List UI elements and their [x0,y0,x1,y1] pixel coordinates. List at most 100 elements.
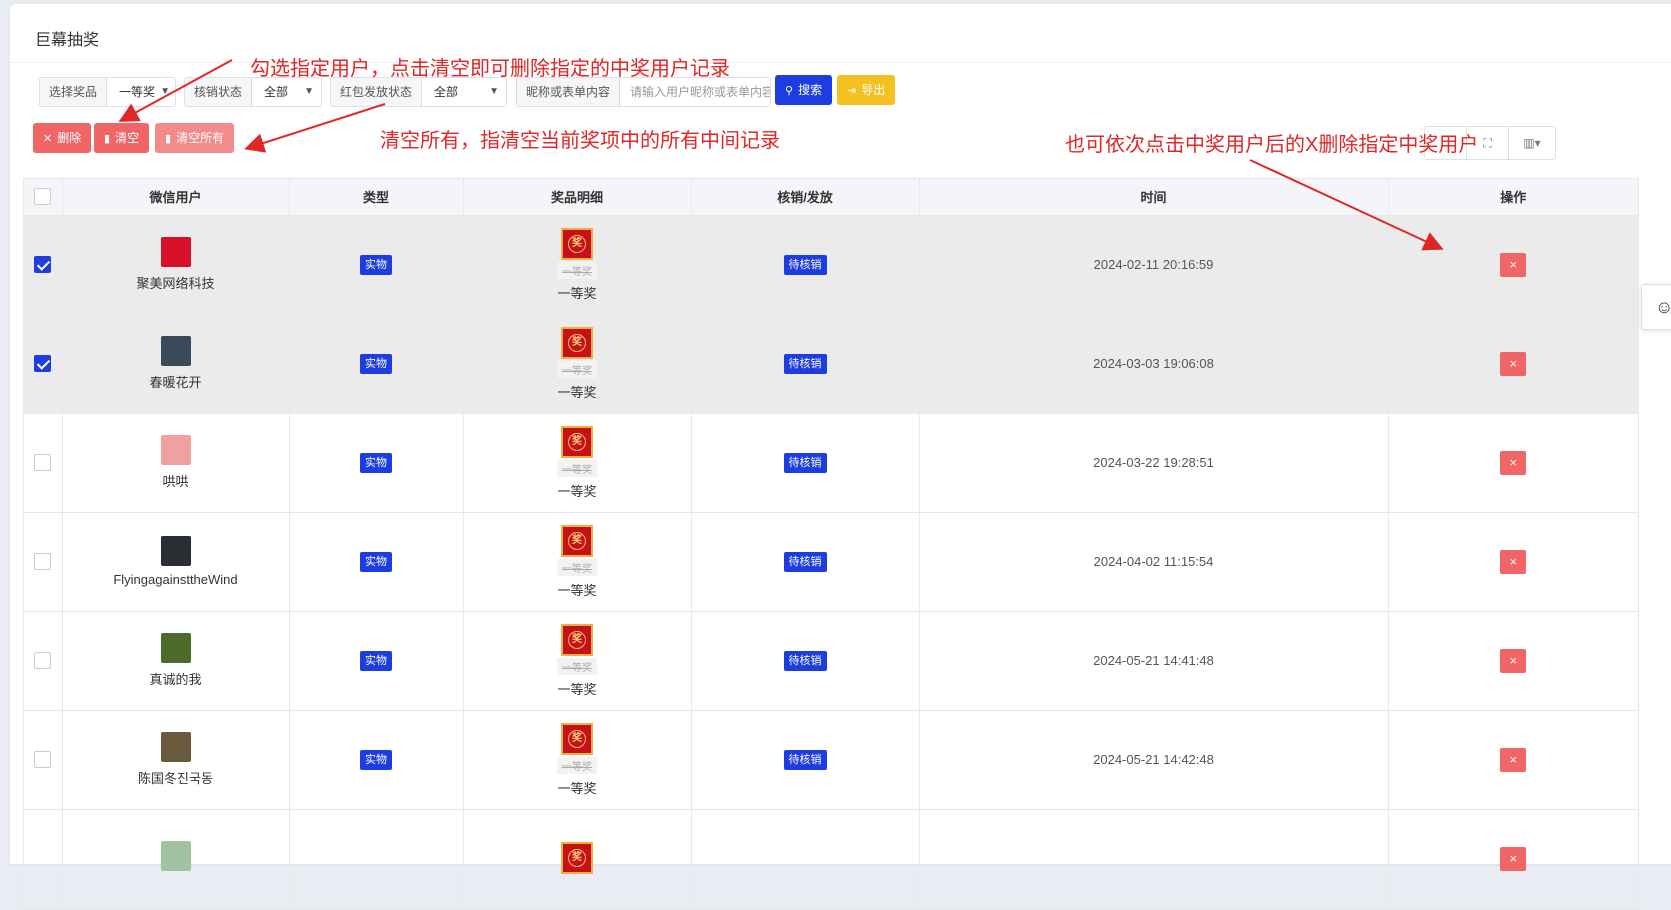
operation-cell: × [1388,809,1638,909]
prize-sub-label: 一等奖 [557,756,597,774]
prize-filter-label: 选择奖品 [40,78,108,106]
prize-glyph: 奖 [568,234,586,253]
row-delete-button[interactable]: × [1500,351,1527,376]
prize-icon: 奖 [561,425,593,458]
export-button-label: 导出 [861,83,886,97]
column-header: 奖品明细 [463,179,692,216]
status-cell: 待核销 [691,512,920,612]
chevron-down-icon: ▼ [160,86,171,97]
prize-select-value: 一等奖 [119,85,156,99]
keyword-input[interactable]: 请输入用户昵称或表单内容 [620,78,770,106]
redpacket-status-value: 全部 [434,85,459,99]
row-select-cell[interactable] [24,611,63,711]
row-select-cell[interactable] [24,512,63,612]
type-badge: 实物 [360,254,392,275]
row-checkbox[interactable] [34,256,52,274]
qq-icon: ☺ [1655,297,1671,317]
clear-all-button[interactable]: ▮ 清空所有 [155,123,235,153]
prize-sub-label: 一等奖 [557,459,597,477]
row-delete-button[interactable]: × [1500,648,1527,673]
user-cell: 陈国冬진국동 [62,710,290,810]
operation-cell: × [1388,413,1638,513]
trash-icon: ▮ [104,133,111,145]
table-row[interactable]: 陈国冬진국동 实物奖一等奖 一等奖 待核销 2024-05-21 14:42:48 × [24,710,1638,810]
table-row[interactable]: 奖 × [24,809,1638,909]
clear-button[interactable]: ▮ 清空 [94,123,150,153]
user-cell: 聚美网络科技 [62,215,290,315]
type-badge: 实物 [360,749,392,770]
row-checkbox[interactable] [34,553,52,571]
avatar [160,840,191,871]
status-badge: 待核销 [783,551,827,572]
select-all-checkbox[interactable] [34,188,52,206]
avatar [160,732,191,762]
time-cell: 2024-02-11 20:16:59 [919,215,1389,315]
redpacket-status-select[interactable]: 全部 ▼ [422,78,506,106]
row-checkbox[interactable] [34,751,52,769]
win-time: 2024-03-22 19:28:51 [1093,455,1214,470]
redpacket-status-filter: 红包发放状态 全部 ▼ [330,77,507,107]
table-row[interactable]: 哄哄 实物奖一等奖 一等奖 待核销 2024-03-22 19:28:51 × [24,413,1638,513]
table-row[interactable]: 真诚的我 实物奖一等奖 一等奖 待核销 2024-05-21 14:41:48 × [24,611,1638,711]
type-cell: 实物 [289,710,464,810]
table-row[interactable]: 春暖花开 实物奖一等奖 一等奖 待核销 2024-03-03 19:06:08 × [24,314,1638,414]
prize-name: 一等奖 [557,285,597,301]
table-row[interactable]: 聚美网络科技 实物奖一等奖 一等奖 待核销 2024-02-11 20:16:59 × [24,215,1638,315]
type-badge: 实物 [360,353,392,374]
row-select-cell[interactable] [24,710,63,810]
time-cell [919,809,1389,909]
prize-cell: 奖一等奖 一等奖 [463,611,692,711]
prize-select[interactable]: 一等奖 ▼ [107,78,175,106]
column-header: 微信用户 [62,179,290,216]
keyword-label: 昵称或表单内容 [517,78,621,106]
prize-cell: 奖一等奖 一等奖 [463,413,692,513]
type-cell: 实物 [289,413,464,513]
clear-button-label: 清空 [115,131,140,145]
winners-table: 微信用户 类型 奖品明细 核销/发放 时间 操作 聚美网络科技 实物奖一等奖 一等奖… [23,178,1639,910]
row-delete-button[interactable]: × [1500,747,1527,772]
row-delete-button[interactable]: × [1500,450,1527,475]
status-cell: 待核销 [691,710,920,810]
search-button[interactable]: ⚲ 搜索 [775,75,833,105]
column-header: 核销/发放 [691,179,920,216]
win-time: 2024-05-21 14:42:48 [1093,752,1214,767]
columns-icon[interactable]: ▥▾ [1509,127,1555,159]
type-cell: 实物 [289,314,464,414]
prize-cell: 奖 [463,809,692,909]
user-name: 真诚的我 [149,672,202,687]
select-all-cell[interactable] [24,179,63,216]
chevron-down-icon: ▼ [304,86,314,97]
row-select-cell[interactable] [24,314,63,414]
page-title: 巨幕抽奖 [35,32,100,49]
row-delete-button[interactable]: × [1500,846,1527,871]
row-delete-button[interactable]: × [1500,549,1527,574]
annotation-note-3: 也可依次点击中奖用户后的X删除指定中奖用户 [1065,134,1479,156]
row-delete-button[interactable]: × [1500,252,1527,277]
type-cell: 实物 [289,512,464,612]
user-name: 春暖花开 [149,375,202,390]
user-cell: 真诚的我 [62,611,290,711]
status-cell: 待核销 [691,215,920,315]
prize-glyph: 奖 [568,630,586,649]
time-cell: 2024-03-03 19:06:08 [919,314,1389,414]
operation-cell: × [1388,314,1638,414]
row-checkbox[interactable] [34,454,52,472]
row-select-cell[interactable] [24,215,63,315]
row-select-cell[interactable] [24,809,63,909]
time-cell: 2024-05-21 14:41:48 [919,611,1389,711]
row-checkbox[interactable] [34,652,52,670]
delete-button[interactable]: ✕ 删除 [33,123,92,153]
row-checkbox[interactable] [34,355,52,373]
operation-cell: × [1388,710,1638,810]
row-select-cell[interactable] [24,413,63,513]
win-time: 2024-02-11 20:16:59 [1093,257,1214,272]
user-cell: 哄哄 [62,413,290,513]
table-row[interactable]: FlyingagainsttheWind 实物奖一等奖 一等奖 待核销 2024-04-… [24,512,1638,612]
type-badge: 实物 [360,650,392,671]
side-float-widget[interactable]: ☺ [1641,284,1671,330]
status-badge: 待核销 [783,254,827,275]
export-button[interactable]: ⇥ 导出 [837,75,896,105]
verify-status-select[interactable]: 全部 ▼ [252,78,321,106]
time-cell: 2024-05-21 14:42:48 [919,710,1389,810]
column-header: 类型 [289,179,464,216]
